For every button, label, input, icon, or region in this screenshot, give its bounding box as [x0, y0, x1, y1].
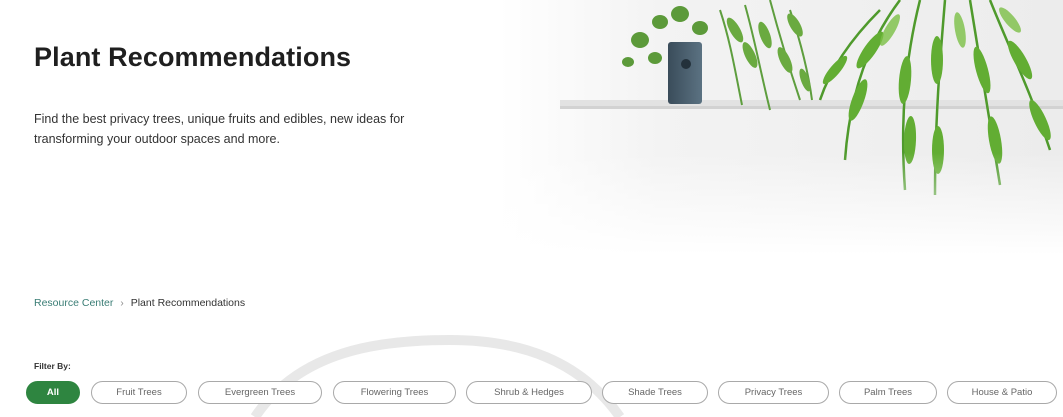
filter-chip-flowering-trees[interactable]: Flowering Trees	[333, 381, 456, 404]
filter-chip-shade-trees[interactable]: Shade Trees	[602, 381, 708, 404]
hero-banner: Plant Recommendations Find the best priv…	[0, 0, 1063, 255]
filter-label: Filter By:	[34, 361, 71, 371]
filter-chip-fruit-trees[interactable]: Fruit Trees	[91, 381, 187, 404]
filter-chip-shrub-hedges[interactable]: Shrub & Hedges	[466, 381, 592, 404]
breadcrumb-item-resource-center[interactable]: Resource Center	[34, 297, 113, 309]
filter-chip-evergreen-trees[interactable]: Evergreen Trees	[198, 381, 322, 404]
page: Plant Recommendations Find the best priv…	[0, 0, 1063, 417]
filter-chip-privacy-trees[interactable]: Privacy Trees	[718, 381, 829, 404]
filter-chip-house-patio[interactable]: House & Patio	[947, 381, 1057, 404]
page-description: Find the best privacy trees, unique frui…	[34, 112, 405, 146]
breadcrumb-separator-icon: ›	[120, 297, 124, 309]
breadcrumb-item-current: Plant Recommendations	[130, 297, 246, 309]
filter-chip-palm-trees[interactable]: Palm Trees	[839, 381, 937, 404]
page-title: Plant Recommendations	[34, 42, 352, 72]
filter-chip-all[interactable]: All	[26, 381, 80, 404]
breadcrumb: Resource Center › Plant Recommendations	[34, 297, 245, 309]
